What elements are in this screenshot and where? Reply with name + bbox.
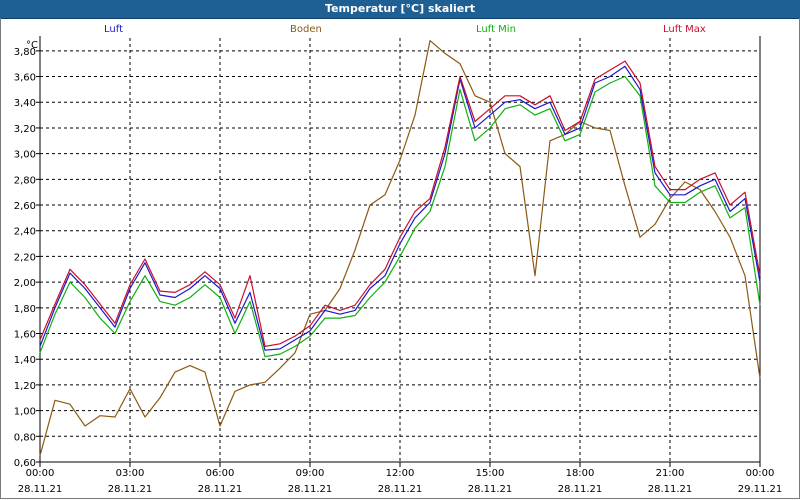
temperature-chart: °C 0,600,801,001,201,401,601,802,002,202…	[14, 36, 783, 495]
x-tick-date: 28.11.21	[18, 484, 63, 495]
x-tick-date: 28.11.21	[378, 484, 423, 495]
y-tick-label: 3,80	[14, 47, 36, 58]
y-tick-label: 2,80	[14, 175, 36, 186]
y-tick-label: 3,40	[14, 98, 36, 109]
y-tick-label: 2,40	[14, 227, 36, 238]
x-tick-date: 28.11.21	[558, 484, 603, 495]
x-tick-time: 12:00	[386, 468, 415, 479]
x-tick-time: 15:00	[476, 468, 505, 479]
x-tick-time: 00:00	[746, 468, 775, 479]
y-tick-label: 1,20	[14, 381, 36, 392]
x-tick-date: 28.11.21	[648, 484, 693, 495]
x-tick-time: 03:00	[116, 468, 145, 479]
x-tick-date: 28.11.21	[468, 484, 513, 495]
y-tick-label: 2,00	[14, 278, 36, 289]
y-tick-label: 1,00	[14, 407, 36, 418]
y-tick-label: 1,60	[14, 330, 36, 341]
y-tick-label: 0,80	[14, 432, 36, 443]
x-tick-time: 00:00	[26, 468, 55, 479]
y-tick-label: 3,00	[14, 150, 36, 161]
x-tick-date: 28.11.21	[288, 484, 333, 495]
x-tick-date: 28.11.21	[108, 484, 153, 495]
x-tick-time: 18:00	[566, 468, 595, 479]
y-tick-label: 3,60	[14, 73, 36, 84]
y-tick-label: 2,60	[14, 201, 36, 212]
x-tick-date: 28.11.21	[198, 484, 243, 495]
y-tick-label: 1,80	[14, 304, 36, 315]
y-tick-label: 2,20	[14, 252, 36, 263]
x-tick-time: 21:00	[656, 468, 685, 479]
y-tick-label: 1,40	[14, 355, 36, 366]
x-tick-time: 09:00	[296, 468, 325, 479]
x-tick-date: 29.11.21	[738, 484, 783, 495]
y-tick-label: 3,20	[14, 124, 36, 135]
x-tick-time: 06:00	[206, 468, 235, 479]
